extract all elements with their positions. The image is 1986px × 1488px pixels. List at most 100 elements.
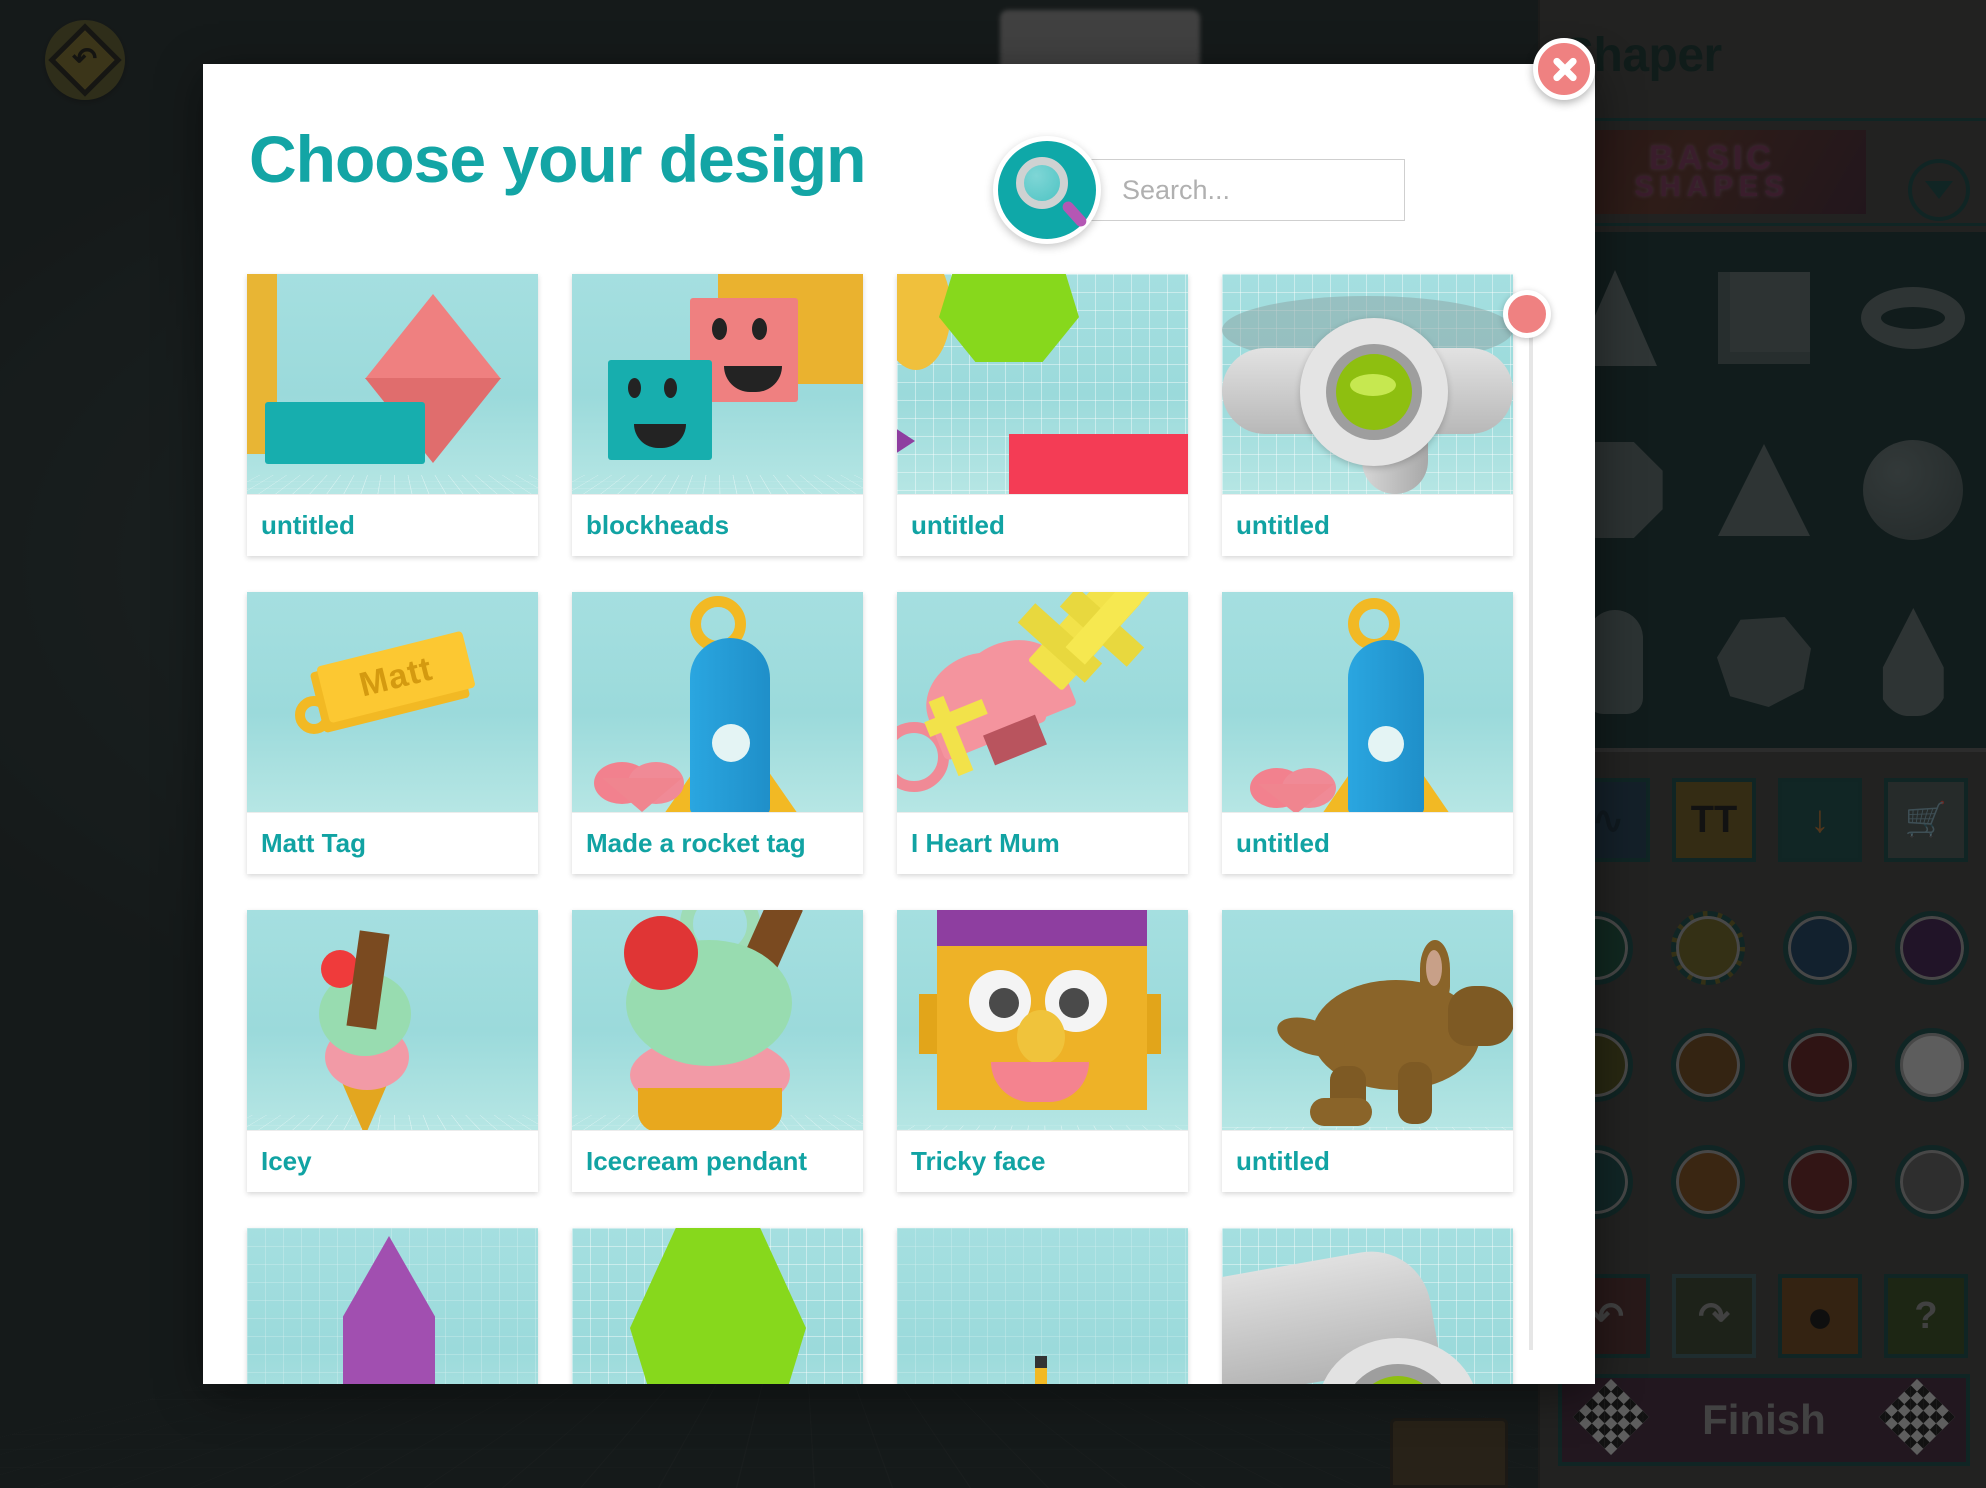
design-name: Matt Tag <box>247 812 538 874</box>
design-thumbnail <box>1222 274 1513 494</box>
design-card[interactable] <box>572 1228 863 1384</box>
design-thumbnail <box>897 910 1188 1130</box>
design-card[interactable]: blockheads <box>572 274 863 556</box>
design-name: untitled <box>247 494 538 556</box>
tool-panel: Shaper BASIC SHAPES ∿ TT ↓ 🛒 ↶ ↷ ● ? Fin… <box>1538 0 1986 1488</box>
design-thumbnail <box>572 592 863 812</box>
swatch-purple[interactable] <box>1895 911 1969 986</box>
design-card[interactable]: untitled <box>897 274 1188 556</box>
tool-row-secondary: ↶ ↷ ● ? <box>1540 1256 1986 1376</box>
text-icon: TT <box>1690 798 1738 841</box>
swatch-grey[interactable] <box>1895 1144 1969 1219</box>
scrollbar-thumb[interactable] <box>1503 290 1551 338</box>
bomb-icon: ● <box>1806 1290 1834 1342</box>
swatch-orange[interactable] <box>1671 1144 1745 1219</box>
design-card[interactable]: Matt Matt Tag <box>247 592 538 874</box>
shape-palette <box>1540 232 1986 752</box>
design-thumbnail <box>572 1228 863 1384</box>
design-grid: untitled blockheads untitled untitled Ma… <box>203 254 1595 1384</box>
design-card[interactable] <box>247 1228 538 1384</box>
shape-pyramid[interactable] <box>1717 444 1810 536</box>
design-card[interactable] <box>897 1228 1188 1384</box>
search-icon[interactable] <box>993 136 1101 244</box>
design-name: untitled <box>1222 1130 1513 1192</box>
cart-icon: 🛒 <box>1904 801 1948 839</box>
design-name: I Heart Mum <box>897 812 1188 874</box>
swatch-crimson[interactable] <box>1783 1144 1857 1219</box>
design-card[interactable]: Made a rocket tag <box>572 592 863 874</box>
swatch-navy[interactable] <box>1783 911 1857 986</box>
tool-row-primary: ∿ TT ↓ 🛒 <box>1540 760 1986 880</box>
design-card[interactable]: untitled <box>1222 910 1513 1192</box>
design-thumbnail <box>247 1228 538 1384</box>
u-turn-arrow-icon: ↶ <box>48 23 122 97</box>
clear-all-button[interactable]: ● <box>1778 1274 1862 1358</box>
design-thumbnail: Matt <box>247 592 538 812</box>
design-thumbnail <box>247 910 538 1130</box>
text-tool-button[interactable]: TT <box>1672 778 1756 862</box>
design-name: untitled <box>1222 494 1513 556</box>
page-title: Choose your design <box>249 122 866 196</box>
cart-tool-button[interactable]: 🛒 <box>1884 778 1968 862</box>
path-icon: ∿ <box>1592 799 1624 842</box>
dialog-header: Choose your design <box>203 64 1595 254</box>
design-name: Icecream pendant <box>572 1130 863 1192</box>
swatch-white[interactable] <box>1895 1027 1969 1102</box>
design-name: Icey <box>247 1130 538 1192</box>
close-icon[interactable] <box>1533 38 1595 100</box>
design-name: untitled <box>1222 812 1513 874</box>
swatch-olive[interactable] <box>1671 911 1745 986</box>
checkered-flag-left-icon <box>1572 1378 1650 1456</box>
swatch-brown[interactable] <box>1671 1027 1745 1102</box>
design-thumbnail <box>1222 910 1513 1130</box>
design-card[interactable]: untitled <box>247 274 538 556</box>
finish-label: Finish <box>1702 1396 1826 1443</box>
design-thumbnail <box>897 592 1188 812</box>
design-card[interactable] <box>1222 1228 1513 1384</box>
shape-pawn[interactable] <box>1586 610 1643 714</box>
redo-button[interactable]: ↷ <box>1672 1274 1756 1358</box>
design-grid-viewport[interactable]: untitled blockheads untitled untitled Ma… <box>203 254 1595 1384</box>
help-button[interactable]: ? <box>1884 1274 1968 1358</box>
shape-torus[interactable] <box>1861 287 1966 349</box>
choose-design-dialog: Choose your design u <box>203 38 1595 1384</box>
pencil-tool-button[interactable] <box>1390 1418 1508 1488</box>
design-card[interactable]: untitled <box>1222 592 1513 874</box>
swatch-red[interactable] <box>1783 1027 1857 1102</box>
shape-cube[interactable] <box>1717 272 1810 364</box>
question-mark-icon: ? <box>1914 1294 1938 1337</box>
undo-icon: ↶ <box>1592 1295 1624 1338</box>
shape-sphere[interactable] <box>1863 440 1964 540</box>
banner-line-2: SHAPES <box>1634 171 1790 204</box>
design-thumbnail <box>572 910 863 1130</box>
search-input[interactable] <box>1087 159 1405 221</box>
design-thumbnail <box>247 274 538 494</box>
drop-object-tool-button[interactable]: ↓ <box>1778 778 1862 862</box>
design-thumbnail <box>572 274 863 494</box>
design-card[interactable]: Icecream pendant <box>572 910 863 1192</box>
design-name: Made a rocket tag <box>572 812 863 874</box>
design-thumbnail <box>1222 592 1513 812</box>
shape-teardrop[interactable] <box>1882 608 1944 716</box>
design-card[interactable]: Icey <box>247 910 538 1192</box>
design-name: Tricky face <box>897 1130 1188 1192</box>
redo-icon: ↷ <box>1698 1295 1730 1338</box>
design-card[interactable]: Tricky face <box>897 910 1188 1192</box>
design-thumbnail <box>897 1228 1188 1384</box>
chevron-down-icon[interactable] <box>1908 159 1970 221</box>
design-card[interactable]: untitled <box>1222 274 1513 556</box>
basic-shapes-section-header[interactable]: BASIC SHAPES <box>1540 118 1986 226</box>
shape-rock[interactable] <box>1716 617 1811 707</box>
checkered-flag-right-icon <box>1878 1378 1956 1456</box>
finish-button[interactable]: Finish <box>1558 1374 1970 1466</box>
search-area <box>993 136 1405 244</box>
design-name: blockheads <box>572 494 863 556</box>
scrollbar-track[interactable] <box>1529 310 1533 1350</box>
design-card[interactable]: I Heart Mum <box>897 592 1188 874</box>
drop-arrow-icon: ↓ <box>1810 798 1830 841</box>
color-palette <box>1540 890 1986 1240</box>
banner-line-1: BASIC <box>1649 139 1775 178</box>
back-logo-button[interactable]: ↶ <box>45 20 125 100</box>
canvas-grid <box>0 1367 1560 1488</box>
design-thumbnail <box>897 274 1188 494</box>
